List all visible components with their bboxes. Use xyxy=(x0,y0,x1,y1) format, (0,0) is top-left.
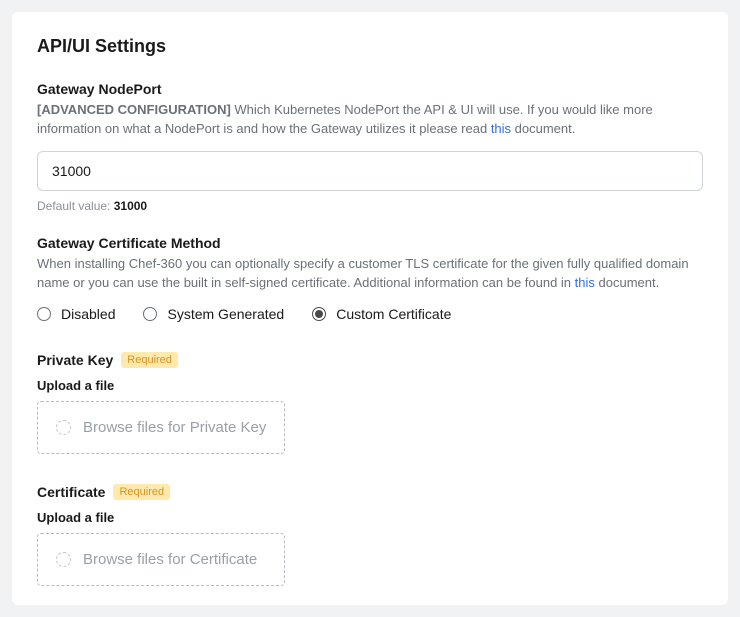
certificate-browse-text: Browse files for Certificate xyxy=(83,551,257,568)
private-key-browse-text: Browse files for Private Key xyxy=(83,419,266,436)
default-value: 31000 xyxy=(114,199,147,213)
upload-label: Upload a file xyxy=(37,510,703,525)
nodeport-default-hint: Default value: 31000 xyxy=(37,199,703,213)
radio-icon xyxy=(143,307,157,321)
page-title: API/UI Settings xyxy=(37,36,703,57)
default-label: Default value: xyxy=(37,199,114,213)
nodeport-label: Gateway NodePort xyxy=(37,81,703,97)
certmethod-desc-part2: document. xyxy=(595,275,659,290)
certmethod-label: Gateway Certificate Method xyxy=(37,235,703,251)
nodeport-description: [ADVANCED CONFIGURATION] Which Kubernete… xyxy=(37,101,703,139)
advanced-config-tag: [ADVANCED CONFIGURATION] xyxy=(37,102,231,117)
radio-label-system: System Generated xyxy=(167,306,284,322)
nodeport-doc-link[interactable]: this xyxy=(491,121,511,136)
radio-icon-selected xyxy=(312,307,326,321)
radio-label-disabled: Disabled xyxy=(61,306,115,322)
private-key-header: Private Key Required xyxy=(37,352,703,368)
radio-system-generated[interactable]: System Generated xyxy=(143,306,284,322)
radio-disabled[interactable]: Disabled xyxy=(37,306,115,322)
upload-circle-icon xyxy=(56,420,71,435)
required-badge: Required xyxy=(121,352,178,368)
private-key-section: Private Key Required Upload a file Brows… xyxy=(37,352,703,454)
nodeport-input[interactable] xyxy=(37,151,703,191)
radio-custom-certificate[interactable]: Custom Certificate xyxy=(312,306,451,322)
certificate-header: Certificate Required xyxy=(37,484,703,500)
upload-label: Upload a file xyxy=(37,378,703,393)
certmethod-doc-link[interactable]: this xyxy=(575,275,595,290)
certificate-title: Certificate xyxy=(37,484,105,500)
nodeport-desc-part2: document. xyxy=(511,121,575,136)
certmethod-section: Gateway Certificate Method When installi… xyxy=(37,235,703,323)
required-badge: Required xyxy=(113,484,170,500)
certmethod-description: When installing Chef-360 you can optiona… xyxy=(37,255,703,293)
certificate-section: Certificate Required Upload a file Brows… xyxy=(37,484,703,586)
radio-icon xyxy=(37,307,51,321)
radio-dot-icon xyxy=(315,310,323,318)
upload-circle-icon xyxy=(56,552,71,567)
certmethod-radio-group: Disabled System Generated Custom Certifi… xyxy=(37,306,703,322)
radio-label-custom: Custom Certificate xyxy=(336,306,451,322)
private-key-title: Private Key xyxy=(37,352,113,368)
nodeport-section: Gateway NodePort [ADVANCED CONFIGURATION… xyxy=(37,81,703,213)
settings-card: API/UI Settings Gateway NodePort [ADVANC… xyxy=(12,12,728,605)
private-key-dropzone[interactable]: Browse files for Private Key xyxy=(37,401,285,454)
certificate-dropzone[interactable]: Browse files for Certificate xyxy=(37,533,285,586)
